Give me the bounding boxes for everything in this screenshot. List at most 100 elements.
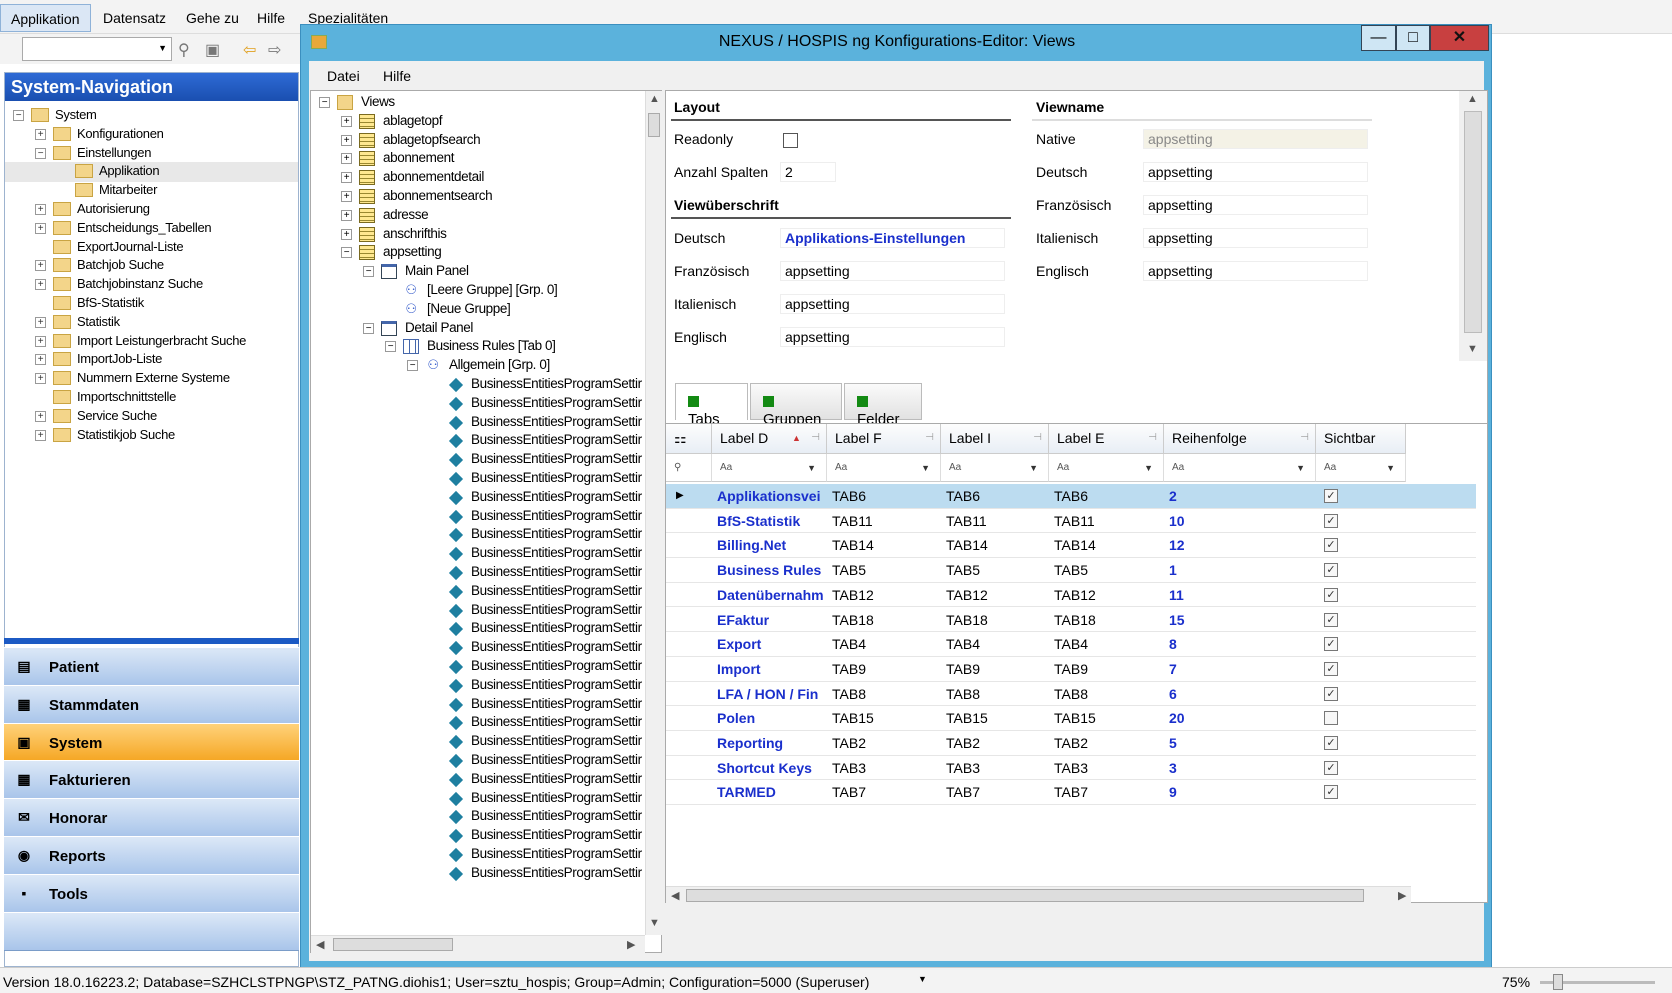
cell-label-f[interactable]: TAB11 [832, 513, 938, 529]
table-row[interactable]: ▶ Applikationsvei TAB6 TAB6 TAB6 2 ✓ [666, 484, 1476, 509]
tree-group-node[interactable]: ⚇ [Neue Gruppe] [311, 300, 645, 320]
tree-panel-node[interactable]: − Detail Panel [311, 319, 645, 339]
cell-label-e[interactable]: TAB3 [1054, 760, 1161, 776]
prop-scroll-thumb[interactable] [1464, 111, 1482, 333]
tree-view-node[interactable]: + anschrifthis [311, 225, 645, 245]
sysnav-item[interactable]: ExportJournal-Liste [5, 238, 298, 258]
tree-group-node[interactable]: ⚇ [Leere Gruppe] [Grp. 0] [311, 281, 645, 301]
cell-label-i[interactable]: TAB6 [946, 488, 1046, 504]
table-row[interactable]: LFA / HON / Fin TAB8 TAB8 TAB8 6 ✓ [666, 682, 1476, 707]
table-row[interactable]: Shortcut Keys TAB3 TAB3 TAB3 3 ✓ [666, 756, 1476, 781]
table-row[interactable]: EFaktur TAB18 TAB18 TAB18 15 ✓ [666, 608, 1476, 633]
expand-icon[interactable]: + [35, 222, 46, 234]
ueb-deutsch-input[interactable]: Applikations-Einstellungen [780, 228, 1005, 248]
sichtbar-checkbox[interactable]: ✓ [1324, 785, 1338, 800]
sichtbar-checkbox[interactable]: ✓ [1324, 563, 1338, 578]
tree-field-node[interactable]: BusinessEntitiesProgramSettir [311, 563, 645, 583]
cell-label-e[interactable]: TAB2 [1054, 735, 1161, 751]
tree-field-node[interactable]: BusinessEntitiesProgramSettir [311, 638, 645, 658]
collapse-icon[interactable]: − [363, 266, 374, 278]
nav-button-patient[interactable]: ▤ Patient [4, 647, 299, 686]
expand-icon[interactable]: + [35, 335, 46, 347]
collapse-icon[interactable]: − [319, 97, 330, 108]
expand-icon[interactable]: + [341, 153, 352, 165]
column-header[interactable]: Label E ⊣ [1049, 424, 1164, 454]
nav-button-tools[interactable]: ▪ Tools [4, 873, 299, 913]
scroll-up-icon[interactable]: ▲ [649, 93, 660, 105]
cell-label-i[interactable]: TAB18 [946, 612, 1046, 628]
scroll-thumb[interactable] [648, 113, 660, 137]
nav-splitter[interactable] [4, 638, 299, 644]
cell-reihenfolge[interactable]: 2 [1169, 488, 1313, 504]
cell-reihenfolge[interactable]: 12 [1169, 537, 1313, 553]
tree-field-node[interactable]: BusinessEntitiesProgramSettir [311, 488, 645, 508]
sichtbar-checkbox[interactable]: ✓ [1324, 612, 1338, 627]
cell-reihenfolge[interactable]: 11 [1169, 587, 1313, 603]
tree-field-node[interactable]: BusinessEntitiesProgramSettir [311, 394, 645, 414]
tree-field-node[interactable]: BusinessEntitiesProgramSettir [311, 375, 645, 395]
vn-engl-input[interactable]: appsetting [1143, 261, 1368, 281]
pin-icon[interactable]: ⊣ [1300, 432, 1309, 443]
scroll-right-icon[interactable]: ▶ [627, 938, 635, 951]
cell-label-e[interactable]: TAB4 [1054, 636, 1161, 652]
binoculars-icon[interactable]: ⚲ [178, 40, 190, 60]
sysnav-item[interactable]: + Import Leistungerbracht Suche [5, 332, 298, 352]
expand-icon[interactable]: + [341, 191, 352, 202]
tree-field-node[interactable]: BusinessEntitiesProgramSettir [311, 544, 645, 564]
column-filter[interactable]: Aa ▼ [1316, 454, 1406, 482]
cell-label-d[interactable]: Business Rules [717, 562, 824, 578]
cell-label-f[interactable]: TAB6 [832, 488, 938, 504]
ueb-ital-input[interactable]: appsetting [780, 294, 1005, 314]
cell-label-i[interactable]: TAB12 [946, 587, 1046, 603]
cell-reihenfolge[interactable]: 15 [1169, 612, 1313, 628]
expand-icon[interactable]: + [35, 410, 46, 422]
chevron-down-icon[interactable]: ▼ [1029, 463, 1038, 473]
cell-label-e[interactable]: TAB12 [1054, 587, 1161, 603]
sysnav-item[interactable]: + Konfigurationen [5, 125, 298, 145]
minimize-button[interactable]: — [1361, 25, 1396, 51]
ueb-franz-input[interactable]: appsetting [780, 261, 1005, 281]
nav-button-overflow[interactable] [4, 911, 299, 951]
cell-label-e[interactable]: TAB9 [1054, 661, 1161, 677]
tree-field-node[interactable]: BusinessEntitiesProgramSettir [311, 601, 645, 621]
column-filter[interactable]: Aa ▼ [941, 454, 1049, 482]
tree-vertical-scrollbar[interactable]: ▲ ▼ [645, 91, 662, 935]
tree-field-node[interactable]: BusinessEntitiesProgramSettir [311, 732, 645, 752]
back-arrow-icon[interactable]: ⇦ [243, 40, 256, 60]
cell-label-f[interactable]: TAB3 [832, 760, 938, 776]
chevron-down-icon[interactable]: ▼ [921, 463, 930, 473]
print-icon[interactable]: ▣ [205, 40, 220, 60]
readonly-checkbox[interactable] [783, 133, 798, 148]
forward-arrow-icon[interactable]: ⇨ [268, 40, 281, 60]
tree-field-node[interactable]: BusinessEntitiesProgramSettir [311, 807, 645, 827]
collapse-icon[interactable]: − [341, 247, 352, 259]
tree-tab-node[interactable]: − Business Rules [Tab 0] [311, 337, 645, 357]
expand-icon[interactable]: + [341, 172, 352, 184]
collapse-icon[interactable]: − [385, 341, 396, 353]
expand-icon[interactable]: + [35, 260, 46, 272]
chevron-down-icon[interactable]: ▼ [1296, 463, 1305, 473]
collapse-icon[interactable]: − [35, 147, 46, 159]
table-row[interactable]: Datenübernahm TAB12 TAB12 TAB12 11 ✓ [666, 583, 1476, 608]
sichtbar-checkbox[interactable]: ✓ [1324, 489, 1338, 503]
expand-icon[interactable]: + [35, 373, 46, 385]
expand-icon[interactable]: + [341, 134, 352, 146]
expand-icon[interactable]: + [35, 354, 46, 366]
cell-label-f[interactable]: TAB14 [832, 537, 938, 553]
menu-applikation[interactable]: Applikation [0, 4, 91, 32]
maximize-button[interactable]: □ [1396, 25, 1430, 51]
sichtbar-checkbox[interactable]: ✓ [1324, 538, 1338, 553]
sysnav-item[interactable]: − System [5, 106, 298, 126]
sichtbar-checkbox[interactable]: ✓ [1324, 587, 1338, 602]
table-row[interactable]: BfS-Statistik TAB11 TAB11 TAB11 10 ✓ [666, 509, 1476, 534]
tree-view-node[interactable]: + ablagetopf [311, 112, 645, 132]
column-header[interactable]: Reihenfolge ⊣ [1164, 424, 1316, 454]
cell-label-e[interactable]: TAB6 [1054, 488, 1161, 504]
tree-view-node[interactable]: + ablagetopfsearch [311, 131, 645, 151]
chevron-down-icon[interactable]: ▼ [807, 463, 816, 473]
cell-label-i[interactable]: TAB14 [946, 537, 1046, 553]
cell-label-i[interactable]: TAB8 [946, 686, 1046, 702]
pin-icon[interactable]: ⊣ [925, 432, 934, 443]
cell-label-d[interactable]: Datenübernahm [717, 587, 824, 603]
cell-label-d[interactable]: TARMED [717, 784, 824, 800]
